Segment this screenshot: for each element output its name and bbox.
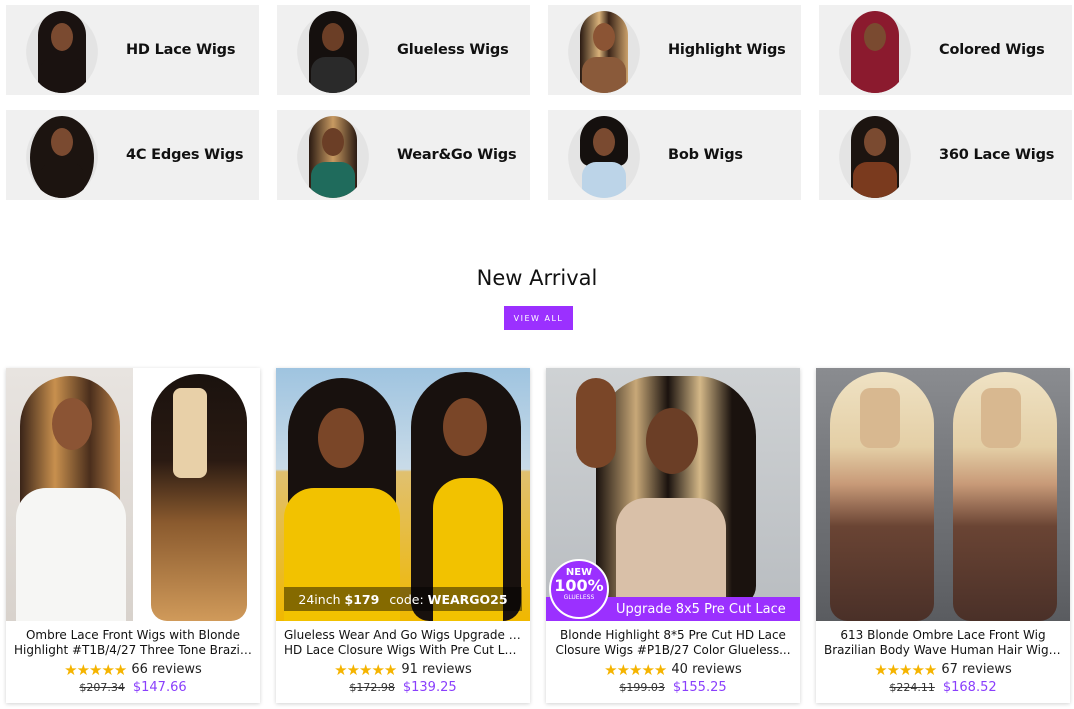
product-image[interactable]: 24inch $179 code: WEARGO25 xyxy=(276,368,530,621)
original-price: $224.11 xyxy=(889,681,935,694)
product-title[interactable]: Blonde Highlight 8*5 Pre Cut HD Lace Clo… xyxy=(546,621,800,659)
category-label: Colored Wigs xyxy=(939,42,1045,58)
product-price: $207.34 $147.66 xyxy=(6,680,260,695)
badge-word: GLUELESS xyxy=(563,594,595,601)
sale-price: $147.66 xyxy=(132,680,187,695)
product-title-line: Closure Wigs #P1B/27 Color Glueless... xyxy=(555,643,791,657)
category-label: HD Lace Wigs xyxy=(126,42,236,58)
review-count[interactable]: 66 reviews xyxy=(131,662,201,677)
star-rating-icon: ★★★★★ xyxy=(64,661,127,679)
category-image xyxy=(297,7,369,93)
product-title-line: Brazilian Body Wave Human Hair Wigs ... xyxy=(824,643,1062,657)
category-glueless-wigs[interactable]: Glueless Wigs xyxy=(277,5,530,95)
review-count[interactable]: 91 reviews xyxy=(401,662,471,677)
category-image xyxy=(26,7,98,93)
product-rating: ★★★★★ 67 reviews xyxy=(816,661,1070,679)
category-label: 4C Edges Wigs xyxy=(126,147,244,163)
category-bob-wigs[interactable]: Bob Wigs xyxy=(548,110,801,200)
product-card[interactable]: 613 Blonde Ombre Lace Front Wig Brazilia… xyxy=(816,368,1070,703)
new-glueless-badge: NEW 100% GLUELESS xyxy=(549,559,609,619)
category-label: Wear&Go Wigs xyxy=(397,147,517,163)
product-title-line: Highlight #T1B/4/27 Three Tone Brazilia.… xyxy=(14,643,252,657)
star-rating-icon: ★★★★★ xyxy=(334,661,397,679)
product-price: $172.98 $139.25 xyxy=(276,680,530,695)
product-card[interactable]: Ombre Lace Front Wigs with Blonde Highli… xyxy=(6,368,260,703)
product-title-line: 613 Blonde Ombre Lace Front Wig xyxy=(840,628,1046,642)
category-hd-lace-wigs[interactable]: HD Lace Wigs xyxy=(6,5,259,95)
product-card[interactable]: Upgrade 8x5 Pre Cut Lace NEW 100% GLUELE… xyxy=(546,368,800,703)
star-rating-icon: ★★★★★ xyxy=(604,661,667,679)
category-colored-wigs[interactable]: Colored Wigs xyxy=(819,5,1072,95)
view-all-button[interactable]: VIEW ALL xyxy=(504,306,573,330)
category-image xyxy=(839,7,911,93)
category-image xyxy=(568,112,640,198)
product-title[interactable]: Glueless Wear And Go Wigs Upgrade 7x5 HD… xyxy=(276,621,530,659)
product-rating: ★★★★★ 91 reviews xyxy=(276,661,530,679)
original-price: $199.03 xyxy=(619,681,665,694)
product-title-line: Blonde Highlight 8*5 Pre Cut HD Lace xyxy=(560,628,786,642)
product-title-line: Ombre Lace Front Wigs with Blonde xyxy=(25,628,241,642)
product-image[interactable] xyxy=(6,368,260,621)
category-image xyxy=(839,112,911,198)
product-card[interactable]: 24inch $179 code: WEARGO25 Glueless Wear… xyxy=(276,368,530,703)
promo-code-label: code: xyxy=(389,591,424,607)
sale-price: $168.52 xyxy=(942,680,997,695)
promo-banner: 24inch $179 code: WEARGO25 xyxy=(284,587,522,611)
product-price: $199.03 $155.25 xyxy=(546,680,800,695)
product-rating: ★★★★★ 40 reviews xyxy=(546,661,800,679)
category-label: Glueless Wigs xyxy=(397,42,509,58)
original-price: $172.98 xyxy=(349,681,395,694)
product-title[interactable]: 613 Blonde Ombre Lace Front Wig Brazilia… xyxy=(816,621,1070,659)
product-title-line: HD Lace Closure Wigs With Pre Cut Lace..… xyxy=(284,643,522,657)
product-title[interactable]: Ombre Lace Front Wigs with Blonde Highli… xyxy=(6,621,260,659)
sale-price: $139.25 xyxy=(402,680,457,695)
star-rating-icon: ★★★★★ xyxy=(874,661,937,679)
category-grid: HD Lace Wigs Glueless Wigs Highlight Wig… xyxy=(6,5,1072,200)
product-image[interactable] xyxy=(816,368,1070,621)
category-360-lace-wigs[interactable]: 360 Lace Wigs xyxy=(819,110,1072,200)
original-price: $207.34 xyxy=(79,681,125,694)
sale-price: $155.25 xyxy=(672,680,727,695)
category-image xyxy=(568,7,640,93)
product-rating: ★★★★★ 66 reviews xyxy=(6,661,260,679)
category-image xyxy=(297,112,369,198)
badge-percent: 100% xyxy=(554,576,604,595)
product-image[interactable]: Upgrade 8x5 Pre Cut Lace NEW 100% GLUELE… xyxy=(546,368,800,621)
promo-code: WEARGO25 xyxy=(427,591,508,607)
category-wear-go-wigs[interactable]: Wear&Go Wigs xyxy=(277,110,530,200)
review-count[interactable]: 40 reviews xyxy=(671,662,741,677)
section-title: New Arrival xyxy=(476,266,598,290)
review-count[interactable]: 67 reviews xyxy=(941,662,1011,677)
category-label: Highlight Wigs xyxy=(668,42,786,58)
promo-length: 24inch xyxy=(298,591,341,607)
category-4c-edges-wigs[interactable]: 4C Edges Wigs xyxy=(6,110,259,200)
product-grid: Ombre Lace Front Wigs with Blonde Highli… xyxy=(6,368,1072,703)
product-title-line: Glueless Wear And Go Wigs Upgrade 7x5 xyxy=(284,628,522,642)
promo-price: $179 xyxy=(344,591,380,607)
category-label: Bob Wigs xyxy=(668,147,743,163)
product-price: $224.11 $168.52 xyxy=(816,680,1070,695)
category-highlight-wigs[interactable]: Highlight Wigs xyxy=(548,5,801,95)
category-label: 360 Lace Wigs xyxy=(939,147,1055,163)
category-image xyxy=(26,112,98,198)
